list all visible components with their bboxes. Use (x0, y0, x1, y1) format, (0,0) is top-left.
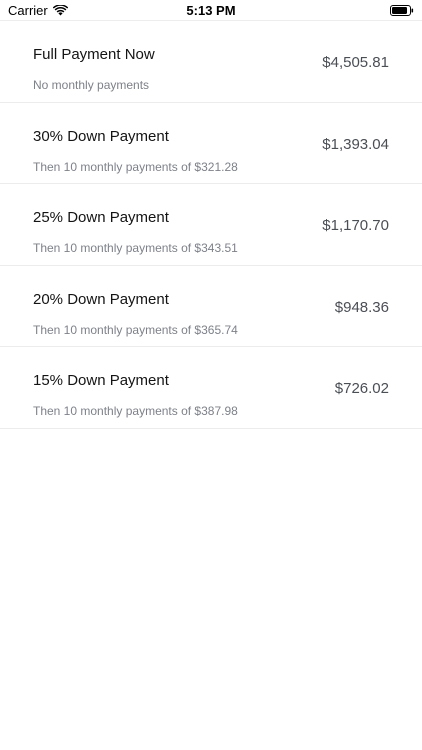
payment-plan-20-percent[interactable]: 20% Down Payment Then 10 monthly payment… (0, 266, 422, 347)
plan-subtitle: No monthly payments (33, 78, 150, 92)
payment-plan-15-percent[interactable]: 15% Down Payment Then 10 monthly payment… (0, 347, 422, 429)
plan-subtitle: Then 10 monthly payments of $365.74 (33, 322, 238, 337)
battery-icon (390, 5, 414, 16)
payment-plan-25-percent[interactable]: 25% Down Payment Then 10 monthly payment… (0, 184, 422, 266)
plan-title: 30% Down Payment (33, 127, 169, 145)
status-bar: Carrier 5:13 PM (0, 0, 422, 21)
plan-subtitle: Then 10 monthly payments of $343.51 (33, 241, 238, 255)
plan-amount: $1,393.04 (322, 135, 389, 153)
plan-title: 25% Down Payment (33, 209, 169, 226)
plan-title: Full Payment Now (33, 46, 155, 63)
payment-plan-30-percent[interactable]: 30% Down Payment Then 10 monthly payment… (0, 103, 422, 184)
plan-amount: $948.36 (334, 298, 389, 316)
plan-title: 15% Down Payment (33, 372, 169, 389)
plan-amount: $1,170.70 (322, 217, 389, 234)
plan-amount: $4,505.81 (322, 54, 389, 71)
payment-plan-list: Full Payment Now No monthly payments $4,… (0, 21, 422, 429)
status-time: 5:13 PM (186, 3, 236, 18)
plan-title: 20% Down Payment (33, 290, 169, 308)
payment-plan-full[interactable]: Full Payment Now No monthly payments $4,… (0, 21, 422, 103)
plan-amount: $726.02 (334, 380, 389, 397)
plan-subtitle: Then 10 monthly payments of $387.98 (33, 404, 238, 418)
plan-subtitle: Then 10 monthly payments of $321.28 (33, 159, 238, 174)
